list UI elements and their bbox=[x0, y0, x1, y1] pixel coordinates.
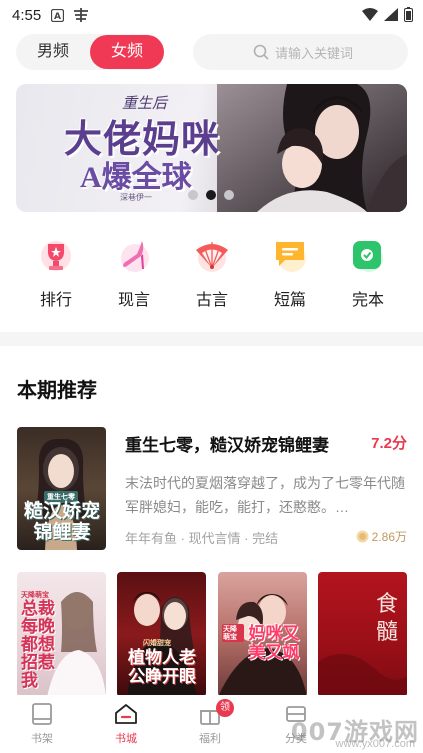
nav-bookstore[interactable]: 书城 bbox=[96, 701, 156, 746]
book-description: 末法时代的夏烟落穿越了，成为了七零年代随军胖媳妇，能吃，能打，还憨憨。… bbox=[125, 475, 405, 515]
status-bar: 4:55 A bbox=[0, 0, 423, 30]
battery-icon bbox=[404, 7, 413, 27]
cover-tag: 天降萌宝 bbox=[222, 624, 244, 642]
channel-male-tab[interactable]: 男频 bbox=[16, 34, 90, 70]
cover-title: 妈咪又美又飒 bbox=[248, 624, 300, 662]
category-label: 现言 bbox=[117, 292, 150, 309]
search-icon bbox=[253, 44, 269, 60]
book-cover[interactable]: 天降萌宝 妈咪又美又飒 bbox=[218, 572, 307, 697]
cover-title: 糙汉娇宠锦鲤妻 bbox=[23, 501, 100, 543]
book-heat: 2.86万 bbox=[356, 528, 407, 545]
book-grid: 天降萌宝 总裁每晚都想招惹我 闪婚甜宠 植物人老公睁开眼 天降萌宝 妈咪又美又飒… bbox=[17, 572, 409, 697]
book-title[interactable]: 重生七零，糙汉娇宠锦鲤妻 bbox=[125, 431, 329, 456]
channel-toggle: 男频 女频 bbox=[16, 34, 164, 70]
status-time: 4:55 bbox=[12, 6, 42, 24]
banner-illustration bbox=[217, 84, 407, 212]
banner-carousel[interactable]: 重生后 大佬妈咪 A爆全球 深巷伊一 bbox=[16, 84, 407, 212]
category-ancient-romance[interactable]: 古言 bbox=[177, 230, 247, 310]
category-short-stories[interactable]: 短篇 bbox=[255, 230, 325, 310]
bookshelf-icon bbox=[32, 703, 52, 725]
category-row: 排行 现言 古言 短篇 完本 bbox=[0, 230, 423, 320]
book-cover[interactable]: 食髓 bbox=[318, 572, 407, 697]
coin-icon bbox=[356, 530, 369, 543]
nav-label: 福利 bbox=[199, 733, 221, 745]
banner-title-line2: A爆全球 bbox=[80, 161, 192, 194]
complete-check-icon bbox=[353, 241, 383, 272]
folding-fan-icon bbox=[196, 242, 228, 272]
welfare-badge: 领 bbox=[216, 699, 234, 717]
category-label: 完本 bbox=[351, 292, 384, 309]
search-placeholder: 请输入关键词 bbox=[275, 45, 354, 61]
carousel-dot[interactable] bbox=[224, 190, 234, 200]
carousel-dot-active[interactable] bbox=[206, 190, 216, 200]
svg-text:A: A bbox=[54, 12, 61, 22]
search-input[interactable]: 请输入关键词 bbox=[193, 34, 408, 70]
category-completed[interactable]: 完本 bbox=[333, 230, 403, 310]
section-title: 本期推荐 bbox=[17, 380, 97, 402]
book-cover[interactable]: 天降萌宝 总裁每晚都想招惹我 bbox=[17, 572, 106, 697]
category-label: 古言 bbox=[195, 292, 228, 309]
featured-book[interactable]: 重生七零 糙汉娇宠锦鲤妻 重生七零，糙汉娇宠锦鲤妻 7.2分 末法时代的夏烟落穿… bbox=[17, 427, 409, 551]
carousel-dot[interactable] bbox=[188, 190, 198, 200]
channel-female-tab[interactable]: 女频 bbox=[90, 35, 164, 69]
home-icon bbox=[115, 704, 137, 724]
nav-label: 书架 bbox=[31, 733, 53, 745]
wifi-icon bbox=[362, 8, 378, 26]
section-divider bbox=[0, 332, 423, 346]
trophy-icon bbox=[41, 241, 71, 271]
header: 男频 女频 请输入关键词 bbox=[16, 34, 408, 72]
high-heel-icon bbox=[121, 241, 149, 272]
book-heat-value: 2.86万 bbox=[371, 530, 407, 544]
cover-tag: 闪婚甜宠 bbox=[143, 639, 171, 647]
cover-title: 食髓 bbox=[376, 591, 399, 644]
nav-label: 书城 bbox=[115, 733, 137, 745]
book-cover[interactable]: 重生七零 糙汉娇宠锦鲤妻 bbox=[17, 427, 106, 550]
notification-app-icon bbox=[72, 8, 90, 22]
book-score: 7.2分 bbox=[371, 435, 407, 452]
book-cover[interactable]: 闪婚甜宠 植物人老公睁开眼 bbox=[117, 572, 206, 697]
notification-a-icon: A bbox=[51, 8, 65, 22]
category-label: 排行 bbox=[39, 292, 72, 309]
nav-bookshelf[interactable]: 书架 bbox=[12, 701, 72, 746]
cover-title: 总裁每晚都想招惹我 bbox=[21, 599, 55, 690]
carousel-indicator bbox=[188, 190, 234, 200]
banner-author: 深巷伊一 bbox=[120, 193, 152, 202]
nav-welfare[interactable]: 领 福利 bbox=[180, 699, 240, 746]
cover-title: 植物人老公睁开眼 bbox=[128, 648, 196, 686]
category-label: 短篇 bbox=[273, 292, 306, 309]
short-note-icon bbox=[276, 242, 306, 272]
signal-icon bbox=[384, 8, 398, 26]
book-meta: 年年有鱼 · 现代言情 · 完结 bbox=[125, 531, 279, 546]
category-ranking[interactable]: 排行 bbox=[21, 230, 91, 310]
category-modern-romance[interactable]: 现言 bbox=[99, 230, 169, 310]
watermark-url: www.yx007.com bbox=[335, 738, 415, 750]
